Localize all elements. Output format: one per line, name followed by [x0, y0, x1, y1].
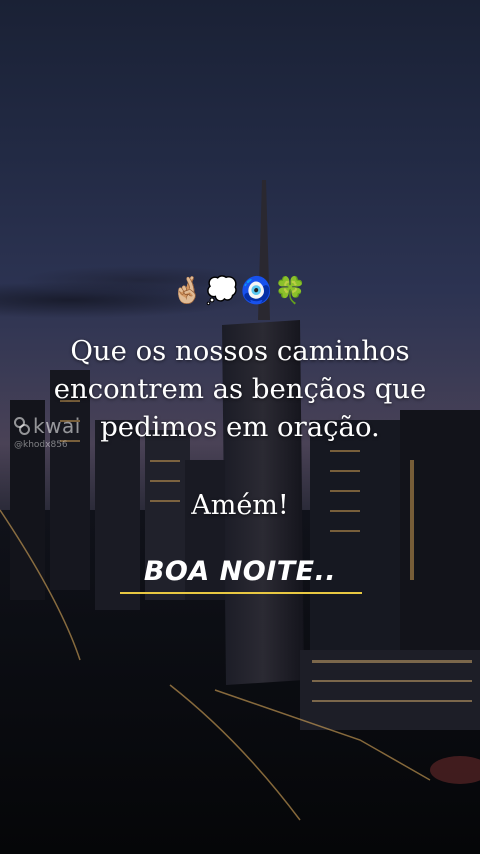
crossed-fingers-icon: 🤞🏼 — [171, 276, 206, 306]
prayer-message: Que os nossos caminhos encontrem as benç… — [0, 332, 480, 446]
emoji-row: 🤞🏼💭🧿🍀 — [0, 276, 480, 306]
amen-text: Amém! — [191, 490, 289, 521]
message-line: pedimos em oração. — [100, 411, 380, 443]
four-leaf-clover-icon: 🍀 — [274, 276, 309, 306]
message-line: encontrem as bençãos que — [53, 373, 427, 405]
thought-balloon-icon: 💭 — [205, 276, 240, 306]
nazar-amulet-icon: 🧿 — [240, 276, 275, 306]
heading-underline — [120, 592, 362, 594]
message-line: Que os nossos caminhos — [70, 335, 410, 367]
good-night-heading: BOA NOITE.. — [143, 556, 337, 587]
